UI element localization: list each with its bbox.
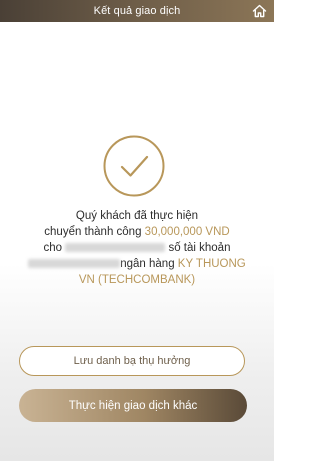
save-beneficiary-button[interactable]: Lưu danh bạ thụ hưởng bbox=[19, 346, 245, 376]
result-message: Quý khách đã thực hiện chuyển thành công… bbox=[0, 208, 274, 288]
message-text: chuyển thành công bbox=[44, 226, 145, 238]
message-line-1: Quý khách đã thực hiện bbox=[0, 208, 274, 224]
header-bar: Kết quả giao dịch bbox=[0, 0, 274, 22]
home-button[interactable] bbox=[250, 2, 268, 20]
message-line-3: cho số tài khoản bbox=[0, 240, 274, 256]
transfer-amount: 30,000,000 VND bbox=[144, 226, 230, 238]
page-title: Kết quả giao dịch bbox=[93, 5, 181, 17]
message-text: số tài khoản bbox=[165, 242, 231, 254]
message-line-5: VN (TECHCOMBANK) bbox=[0, 272, 274, 288]
message-text: ngân hàng bbox=[120, 258, 178, 270]
checkmark-icon bbox=[103, 135, 165, 197]
home-icon bbox=[252, 4, 266, 18]
message-text: Quý khách đã thực hiện bbox=[75, 210, 199, 222]
message-line-4: ngân hàng KY THUONG bbox=[0, 256, 274, 272]
new-transaction-button[interactable]: Thực hiện giao dịch khác bbox=[19, 389, 247, 422]
redacted-account-number bbox=[28, 259, 121, 269]
message-text: cho bbox=[43, 242, 66, 254]
bank-name-continued: VN (TECHCOMBANK) bbox=[78, 274, 196, 286]
message-line-2: chuyển thành công 30,000,000 VND bbox=[0, 224, 274, 240]
result-panel: Quý khách đã thực hiện chuyển thành công… bbox=[0, 22, 274, 461]
bank-name: KY THUONG bbox=[177, 258, 246, 270]
redacted-recipient-name bbox=[65, 243, 166, 253]
